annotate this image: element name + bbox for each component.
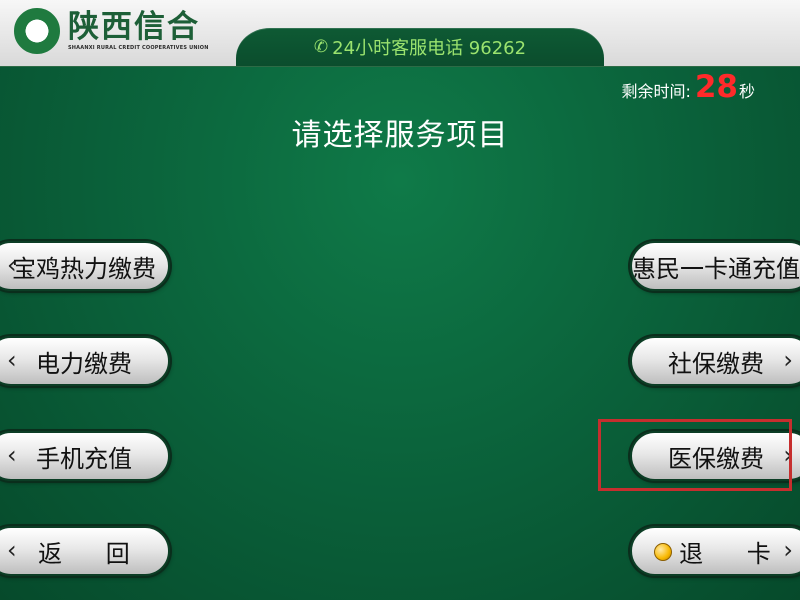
logo-text: 陕西信合 SHAANXI RURAL CREDIT COOPERATIVES U… <box>68 8 209 51</box>
orange-circle-icon <box>654 543 672 561</box>
logo-mark-icon <box>14 8 60 54</box>
eject-card-label: 退 卡 <box>679 539 789 568</box>
remaining-time-unit: 秒 <box>738 82 755 101</box>
return-button[interactable]: ‹ 返 回 <box>0 526 170 576</box>
chevron-left-icon: ‹ <box>7 536 17 564</box>
mobile-recharge-label: 手机充值 <box>36 444 132 473</box>
chevron-right-icon: › <box>783 536 793 564</box>
huimin-card-recharge-button[interactable]: 惠民一卡通充值 › <box>630 241 800 291</box>
chevron-left-icon: ‹ <box>7 346 17 374</box>
logo-english-name: SHAANXI RURAL CREDIT COOPERATIVES UNION <box>68 44 209 51</box>
shaanxi-rural-credit-logo: 陕西信合 SHAANXI RURAL CREDIT COOPERATIVES U… <box>14 8 209 54</box>
remaining-time-label: 剩余时间: <box>621 82 691 101</box>
electricity-payment-label: 电力缴费 <box>36 349 132 378</box>
page-title: 请选择服务项目 <box>291 118 509 153</box>
customer-service-hotline: ✆ 24小时客服电话 96262 <box>236 28 604 66</box>
social-security-payment-button[interactable]: 社保缴费 › <box>630 336 800 386</box>
baoji-heating-payment-button[interactable]: ‹ 宝鸡热力缴费 <box>0 241 170 291</box>
selected-option-highlight <box>598 419 792 491</box>
baoji-heating-payment-label: 宝鸡热力缴费 <box>12 254 156 283</box>
hotline-text: 24小时客服电话 96262 <box>332 38 527 59</box>
mobile-recharge-button[interactable]: ‹ 手机充值 <box>0 431 170 481</box>
eject-card-button[interactable]: 退 卡 › <box>630 526 800 576</box>
chevron-left-icon: ‹ <box>7 441 17 469</box>
huimin-card-recharge-label: 惠民一卡通充值 <box>632 254 800 283</box>
chevron-right-icon: › <box>783 346 793 374</box>
return-label: 返 回 <box>38 539 148 568</box>
social-security-payment-label: 社保缴费 <box>668 349 764 378</box>
logo-chinese-name: 陕西信合 <box>68 8 200 45</box>
chevron-right-icon: › <box>783 251 793 279</box>
remaining-time-value: 28 <box>694 69 738 105</box>
phone-icon: ✆ <box>313 37 329 57</box>
top-header: 陕西信合 SHAANXI RURAL CREDIT COOPERATIVES U… <box>0 0 800 67</box>
electricity-payment-button[interactable]: ‹ 电力缴费 <box>0 336 170 386</box>
remaining-time: 剩余时间: 28 秒 <box>621 69 755 105</box>
chevron-left-icon: ‹ <box>7 251 17 279</box>
atm-service-screen: 陕西信合 SHAANXI RURAL CREDIT COOPERATIVES U… <box>0 0 800 600</box>
